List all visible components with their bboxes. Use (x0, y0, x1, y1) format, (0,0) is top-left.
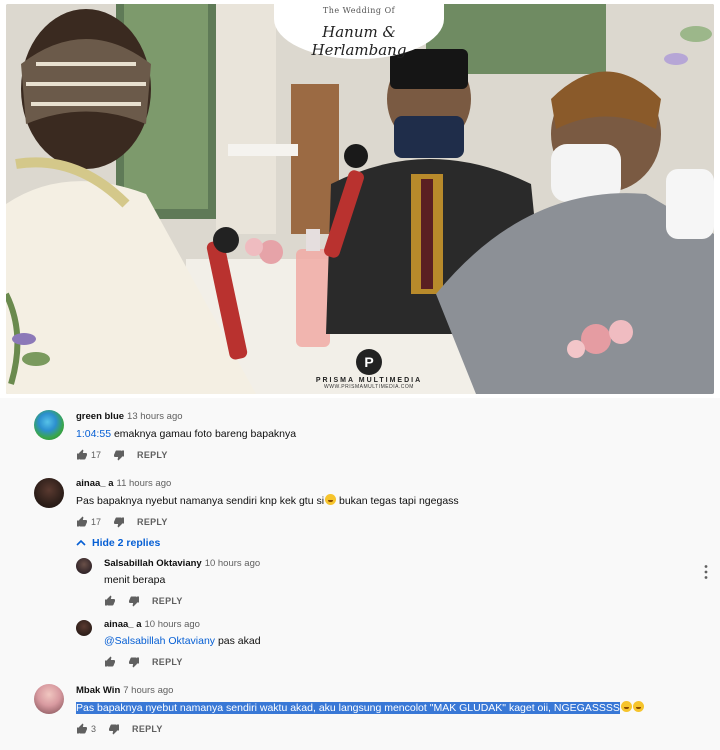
video-scene (6, 4, 714, 394)
hide-replies-button[interactable]: Hide 2 replies (76, 537, 160, 549)
chevron-up-icon (76, 540, 86, 546)
prisma-logo-icon: P (356, 349, 382, 375)
reply-actions: REPLY (104, 594, 183, 608)
comment-actions: 17 REPLY (76, 515, 168, 529)
like-count: 17 (91, 450, 102, 460)
avatar[interactable] (34, 684, 64, 714)
reply-thread: ainaa_ a 10 hours ago @Salsabillah Oktavi… (0, 616, 700, 676)
reply-actions: REPLY (104, 655, 183, 669)
wedding-title-banner: The Wedding Of Hanum & Herlambang (274, 4, 444, 59)
comment-body-selected: Pas bapaknya nyebut namanya sendiri wakt… (76, 702, 620, 714)
avatar[interactable] (76, 558, 92, 574)
reply-text: menit berapa (104, 574, 166, 586)
channel-watermark: P PRISMA MULTIMEDIA WWW.PRISMAMULTIMEDIA… (314, 349, 424, 390)
reply-body: pas akad (215, 635, 261, 647)
reply-time[interactable]: 10 hours ago (205, 558, 260, 569)
reply-header: Salsabillah Oktaviany 10 hours ago (104, 558, 260, 569)
comment-time[interactable]: 7 hours ago (123, 685, 173, 696)
comment-body-continued: bukan tegas tapi ngegass (336, 495, 459, 507)
avatar[interactable] (34, 478, 64, 508)
video-player[interactable]: The Wedding Of Hanum & Herlambang P PRIS… (0, 0, 720, 398)
laugh-emoji-icon (325, 494, 337, 505)
like-count: 17 (91, 517, 102, 527)
thumb-up-icon[interactable] (104, 656, 116, 668)
comment-text: 1:04:55 emaknya gamau foto bareng bapakn… (76, 428, 296, 440)
reply-button[interactable]: REPLY (137, 450, 168, 460)
hide-replies-label: Hide 2 replies (92, 537, 161, 549)
watermark-text: PRISMA MULTIMEDIA (315, 377, 423, 384)
reply-button[interactable]: REPLY (152, 657, 183, 667)
comment-body: emaknya gamau foto bareng bapaknya (111, 428, 297, 440)
banner-subtitle: The Wedding Of (322, 6, 396, 15)
comment-time[interactable]: 11 hours ago (117, 478, 172, 489)
comment-thread: ainaa_ a 11 hours ago Pas bapaknya nyebut… (0, 466, 720, 536)
reply-button[interactable]: REPLY (137, 517, 168, 527)
comment-actions: 3 REPLY (76, 722, 163, 736)
comment-body: Pas bapaknya nyebut namanya sendiri knp … (76, 495, 325, 507)
avatar[interactable] (34, 410, 64, 440)
comment-thread: Mbak Win 7 hours ago Pas bapaknya nyebut … (0, 680, 720, 750)
video-frame[interactable]: The Wedding Of Hanum & Herlambang P PRIS… (6, 4, 714, 394)
reply-thread: Salsabillah Oktaviany 10 hours ago menit … (0, 554, 700, 614)
reply-button[interactable]: REPLY (152, 596, 183, 606)
reply-time[interactable]: 10 hours ago (145, 619, 200, 630)
laugh-emoji-icon (632, 701, 644, 712)
thumb-down-icon[interactable] (108, 723, 120, 735)
thumb-down-icon[interactable] (113, 449, 125, 461)
laugh-emoji-icon (620, 701, 632, 712)
comment-actions: 17 REPLY (76, 448, 168, 462)
thumb-up-icon[interactable] (76, 516, 88, 528)
comment-text: Pas bapaknya nyebut namanya sendiri knp … (76, 494, 459, 507)
reply-button[interactable]: REPLY (132, 724, 163, 734)
like-count: 3 (91, 724, 97, 734)
comment-header: ainaa_ a 11 hours ago (76, 478, 171, 489)
thumb-up-icon[interactable] (76, 449, 88, 461)
avatar[interactable] (76, 620, 92, 636)
thumb-down-icon[interactable] (113, 516, 125, 528)
thumb-up-icon[interactable] (104, 595, 116, 607)
thumb-down-icon[interactable] (128, 595, 140, 607)
comments-section: green blue 13 hours ago 1:04:55 emaknya g… (0, 398, 720, 750)
reply-text: @Salsabillah Oktaviany pas akad (104, 635, 261, 647)
reply-author[interactable]: ainaa_ a (104, 619, 142, 630)
banner-couple-names: Hanum & Herlambang (311, 23, 407, 59)
comment-author[interactable]: green blue (76, 411, 124, 422)
more-vert-icon[interactable] (702, 564, 710, 580)
comment-header: green blue 13 hours ago (76, 411, 183, 422)
reply-author[interactable]: Salsabillah Oktaviany (104, 558, 202, 569)
thumb-down-icon[interactable] (128, 656, 140, 668)
thumb-up-icon[interactable] (76, 723, 88, 735)
mention-link[interactable]: @Salsabillah Oktaviany (104, 635, 215, 647)
timestamp-link[interactable]: 1:04:55 (76, 428, 111, 440)
watermark-url: WWW.PRISMAMULTIMEDIA.COM (324, 384, 414, 390)
comment-time[interactable]: 13 hours ago (127, 411, 182, 422)
comment-author[interactable]: ainaa_ a (76, 478, 114, 489)
comment-thread: green blue 13 hours ago 1:04:55 emaknya g… (0, 398, 720, 466)
comment-text: Pas bapaknya nyebut namanya sendiri wakt… (76, 701, 644, 714)
comment-author[interactable]: Mbak Win (76, 685, 120, 696)
reply-header: ainaa_ a 10 hours ago (104, 619, 200, 630)
comment-header: Mbak Win 7 hours ago (76, 685, 173, 696)
